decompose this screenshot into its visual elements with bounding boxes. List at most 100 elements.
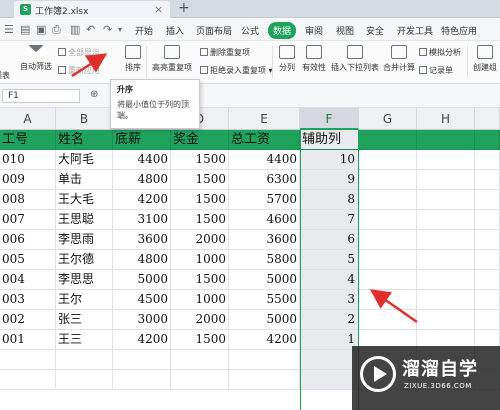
empty-cell[interactable] xyxy=(56,350,113,370)
empty-cell[interactable] xyxy=(475,310,500,330)
open-icon[interactable]: ▤ xyxy=(20,23,30,36)
empty-cell[interactable] xyxy=(417,230,475,250)
empty-cell[interactable] xyxy=(417,290,475,310)
sort-button[interactable]: 排序 xyxy=(122,45,144,73)
empty-cell[interactable] xyxy=(300,350,359,370)
cell-id[interactable]: 004 xyxy=(0,270,56,290)
cell-id[interactable]: 008 xyxy=(0,190,56,210)
menu-data[interactable]: 数据 xyxy=(268,22,297,39)
empty-cell[interactable] xyxy=(417,310,475,330)
cell-name[interactable]: 王大毛 xyxy=(56,190,113,210)
cell-bonus[interactable]: 1500 xyxy=(171,270,229,290)
cell-base-salary[interactable]: 5000 xyxy=(113,270,171,290)
document-tab[interactable]: S 工作簿2.xlsx × xyxy=(14,1,170,18)
empty-cell[interactable] xyxy=(475,210,500,230)
cell-helper[interactable]: 3 xyxy=(300,290,359,310)
cell-name[interactable]: 李思雨 xyxy=(56,230,113,250)
cell-total[interactable]: 6300 xyxy=(229,170,300,190)
cell-base-salary[interactable]: 3600 xyxy=(113,230,171,250)
cell-id[interactable]: 005 xyxy=(0,250,56,270)
print-icon[interactable]: ⎙ xyxy=(52,23,61,37)
empty-cell[interactable] xyxy=(359,230,417,250)
cell-id[interactable]: 001 xyxy=(0,330,56,350)
cell-name[interactable]: 王尔德 xyxy=(56,250,113,270)
header-cell-total[interactable]: 总工资 xyxy=(229,130,300,150)
menu-review[interactable]: 审阅 xyxy=(305,24,323,37)
cell-base-salary[interactable]: 4400 xyxy=(113,150,171,170)
empty-cell[interactable] xyxy=(475,190,500,210)
menu-formulas[interactable]: 公式 xyxy=(241,24,259,37)
cell-helper[interactable]: 6 xyxy=(300,230,359,250)
menu-page-layout[interactable]: 页面布局 xyxy=(196,24,232,37)
cell-name[interactable]: 王思聪 xyxy=(56,210,113,230)
cell-bonus[interactable]: 2000 xyxy=(171,230,229,250)
cell-bonus[interactable]: 2000 xyxy=(171,310,229,330)
menu-icon[interactable]: ☰ xyxy=(4,23,14,36)
empty-cell[interactable] xyxy=(359,290,417,310)
create-group-button[interactable]: 创建组 xyxy=(470,45,500,73)
zoom-search-icon[interactable]: ⊕ xyxy=(90,89,98,100)
auto-filter-button[interactable]: 自动筛选 xyxy=(20,45,52,72)
name-box[interactable]: F1 xyxy=(2,89,80,103)
cell-base-salary[interactable]: 3100 xyxy=(113,210,171,230)
empty-cell[interactable] xyxy=(359,210,417,230)
column-header-b[interactable]: B xyxy=(56,108,113,130)
insert-dropdown-list-button[interactable]: 插入下拉列表 xyxy=(331,45,379,73)
column-header-i[interactable] xyxy=(475,108,500,130)
split-column-button[interactable]: 分列 xyxy=(277,45,297,73)
cell-name[interactable]: 张三 xyxy=(56,310,113,330)
empty-cell[interactable] xyxy=(113,350,171,370)
empty-cell[interactable] xyxy=(417,170,475,190)
cell-total[interactable]: 5000 xyxy=(229,270,300,290)
empty-cell[interactable] xyxy=(475,170,500,190)
empty-cell[interactable] xyxy=(359,150,417,170)
cell-id[interactable]: 010 xyxy=(0,150,56,170)
cell-helper[interactable]: 8 xyxy=(300,190,359,210)
empty-cell[interactable] xyxy=(417,270,475,290)
cell-id[interactable]: 009 xyxy=(0,170,56,190)
cell-name[interactable]: 王尔 xyxy=(56,290,113,310)
cell-name[interactable]: 王三 xyxy=(56,330,113,350)
cell-helper[interactable]: 10 xyxy=(300,150,359,170)
empty-cell[interactable] xyxy=(56,370,113,390)
empty-cell[interactable] xyxy=(359,250,417,270)
save-icon[interactable]: ▣ xyxy=(36,23,46,36)
menu-developer[interactable]: 开发工具 xyxy=(397,24,433,37)
column-header-h[interactable]: H xyxy=(417,108,475,130)
empty-cell[interactable] xyxy=(171,350,229,370)
redo-icon[interactable]: ↷ xyxy=(103,23,112,36)
header-cell-base-salary[interactable]: 底薪 xyxy=(113,130,171,150)
header-cell-id[interactable]: 工号 xyxy=(0,130,56,150)
pivot-table-button[interactable]: 透表 xyxy=(0,67,10,81)
cell-base-salary[interactable]: 4200 xyxy=(113,330,171,350)
record-form-button[interactable]: 记录单 xyxy=(419,65,453,76)
cell-id[interactable]: 006 xyxy=(0,230,56,250)
cell-id[interactable]: 007 xyxy=(0,210,56,230)
preview-icon[interactable]: ▥ xyxy=(70,23,80,36)
cell-total[interactable]: 3600 xyxy=(229,230,300,250)
cell-base-salary[interactable]: 4200 xyxy=(113,190,171,210)
empty-cell[interactable] xyxy=(475,150,500,170)
cell-bonus[interactable]: 1500 xyxy=(171,190,229,210)
merge-calculate-button[interactable]: 合并计算 xyxy=(382,45,416,73)
validity-button[interactable]: 有效性 xyxy=(299,45,329,73)
empty-cell[interactable] xyxy=(0,350,56,370)
reapply-button[interactable]: 重新应用 xyxy=(58,65,100,76)
empty-cell[interactable] xyxy=(359,270,417,290)
header-cell-helper[interactable]: 辅助列 xyxy=(300,130,359,150)
cell-bonus[interactable]: 1500 xyxy=(171,210,229,230)
cell-helper[interactable]: 1 xyxy=(300,330,359,350)
empty-cell[interactable] xyxy=(475,130,500,150)
cell-total[interactable]: 5000 xyxy=(229,310,300,330)
menu-insert[interactable]: 插入 xyxy=(166,24,184,37)
empty-cell[interactable] xyxy=(300,370,359,390)
cell-total[interactable]: 5500 xyxy=(229,290,300,310)
cell-total[interactable]: 4600 xyxy=(229,210,300,230)
cell-total[interactable]: 5700 xyxy=(229,190,300,210)
empty-cell[interactable] xyxy=(475,230,500,250)
cell-bonus[interactable]: 1500 xyxy=(171,330,229,350)
menu-special-apps[interactable]: 特色应用 xyxy=(441,24,477,37)
cell-base-salary[interactable]: 4800 xyxy=(113,250,171,270)
cell-name[interactable]: 单击 xyxy=(56,170,113,190)
cell-helper[interactable]: 2 xyxy=(300,310,359,330)
